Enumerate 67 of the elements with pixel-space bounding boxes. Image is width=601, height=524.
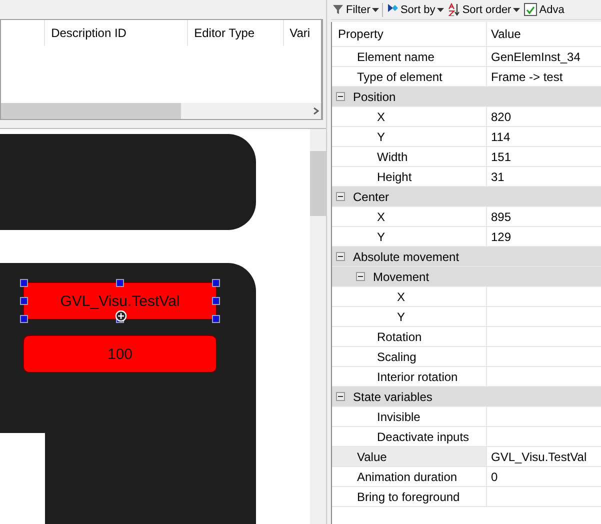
resize-handle[interactable]	[20, 279, 28, 287]
property-name: X	[397, 290, 406, 304]
visu-element[interactable]: 100	[23, 335, 217, 373]
category-label: Movement	[373, 270, 430, 284]
property-name: Y	[377, 130, 386, 144]
property-name: Invisible	[377, 410, 420, 424]
property-name: Bring to foreground	[357, 490, 460, 504]
property-name: Y	[377, 230, 386, 244]
property-name: Element name	[357, 50, 434, 64]
toolbar-dropdown[interactable]: Filter	[331, 3, 380, 16]
resize-handle[interactable]	[20, 315, 28, 323]
resize-handle[interactable]	[212, 315, 220, 323]
column-header[interactable]: Property	[338, 27, 384, 41]
resize-handle[interactable]	[20, 297, 28, 305]
column-header[interactable]: Editor Type	[187, 20, 283, 46]
scroll-right-icon	[311, 106, 321, 116]
category-label: Center	[353, 190, 390, 204]
category-label: Position	[353, 90, 396, 104]
resize-handle[interactable]	[116, 279, 124, 287]
checkmark-icon	[526, 6, 536, 14]
property-name: Rotation	[377, 330, 422, 344]
collapse-toggle[interactable]	[336, 252, 345, 261]
property-name: Height	[377, 170, 412, 184]
property-name: Y	[397, 310, 406, 324]
filter-icon	[332, 3, 344, 16]
property-name: Animation duration	[357, 470, 458, 484]
collapse-toggle[interactable]	[336, 392, 345, 401]
collapse-toggle[interactable]	[336, 92, 345, 101]
collapse-toggle[interactable]	[336, 192, 345, 201]
property-value[interactable]: 895	[491, 210, 512, 224]
column-header[interactable]: Description ID	[44, 20, 188, 46]
category-label: State variables	[353, 390, 432, 404]
move-cursor-icon	[115, 310, 127, 322]
property-value[interactable]: 0	[491, 470, 498, 484]
property-value[interactable]: GVL_Visu.TestVal	[491, 450, 587, 464]
property-value[interactable]: 129	[491, 230, 512, 244]
property-value[interactable]: 114	[491, 130, 510, 144]
caret-icon	[513, 8, 520, 12]
resize-handle[interactable]	[212, 279, 220, 287]
property-name: X	[377, 110, 386, 124]
toolbar-dropdown[interactable]: Sort by	[385, 3, 446, 16]
collapse-toggle[interactable]	[356, 272, 365, 281]
column-header[interactable]: Vari	[282, 20, 321, 46]
resize-handle[interactable]	[212, 297, 220, 305]
visu-element[interactable]: GVL_Visu.TestVal	[23, 282, 217, 320]
property-name: Deactivate inputs	[377, 430, 470, 444]
vertical-scrollbar[interactable]	[310, 129, 326, 524]
toolbar-dropdown[interactable]: Sort order	[447, 3, 522, 16]
horizontal-scrollbar[interactable]	[1, 103, 321, 119]
property-name: Value	[357, 450, 387, 464]
column-header[interactable]: Value	[491, 27, 521, 41]
property-value[interactable]: 151	[491, 150, 512, 164]
property-name: Width	[377, 150, 408, 164]
property-name: X	[377, 210, 386, 224]
checkbox-label: Adva	[539, 4, 564, 16]
property-name: Interior rotation	[377, 370, 458, 384]
sort-az-icon	[448, 3, 460, 16]
property-name: Type of element	[357, 70, 442, 84]
caret-icon	[437, 8, 444, 12]
property-value[interactable]: 31	[491, 170, 504, 184]
checkbox[interactable]	[524, 3, 538, 16]
category-label: Absolute movement	[353, 250, 460, 264]
property-value[interactable]: 820	[491, 110, 512, 124]
caret-icon	[372, 8, 380, 12]
property-name: Scaling	[377, 350, 416, 364]
property-value[interactable]: Frame -> test	[491, 70, 563, 84]
property-value[interactable]: GenElemInst_34	[491, 50, 580, 64]
